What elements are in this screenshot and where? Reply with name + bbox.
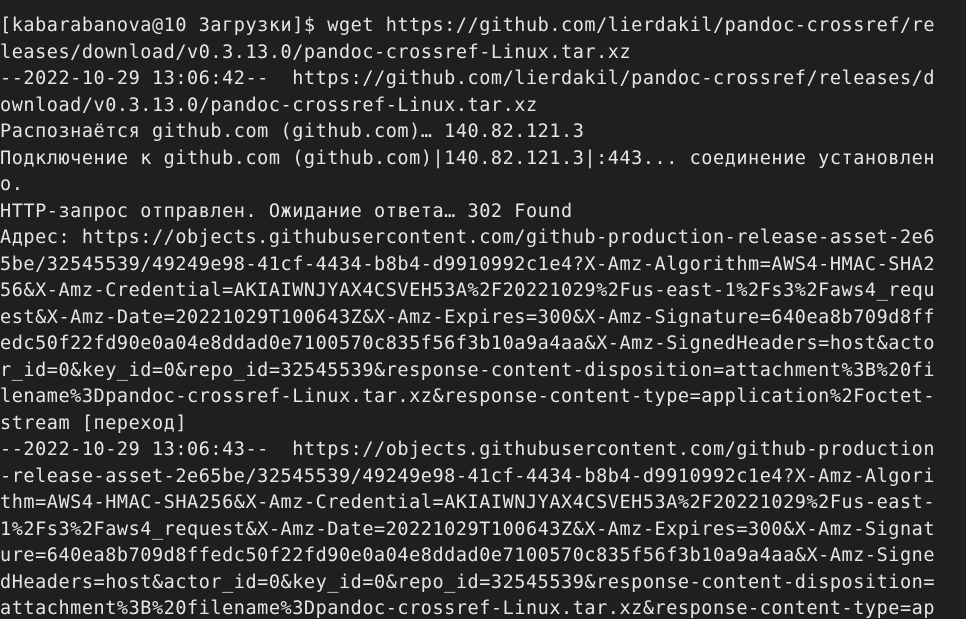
- terminal-line: о.: [0, 174, 24, 195]
- terminal-line: stream [переход]: [0, 412, 188, 434]
- terminal-line: 56&X-Amz-Credential=AKIAIWNJYAX4CSVEH53A…: [0, 280, 936, 301]
- terminal-line: leases/download/v0.3.13.0/pandoc-crossre…: [0, 41, 632, 63]
- terminal-line: edc50f22fd90e0a04e8ddad0e7100570c835f56f…: [0, 333, 936, 354]
- terminal-line: r_id=0&key_id=0&repo_id=32545539&respons…: [0, 359, 936, 381]
- terminal-line: thm=AWS4-HMAC-SHA256&X-Amz-Credential=AK…: [0, 492, 936, 513]
- terminal-line: --2022-10-29 13:06:42-- https://github.c…: [0, 68, 936, 89]
- terminal-line: 1%2Fs3%2Faws4_request&X-Amz-Date=2022102…: [0, 518, 936, 540]
- terminal-prompt-line: [kabarabanova@10 Загрузки]$ wget https:/…: [0, 15, 936, 36]
- terminal-line: Адрес: https://objects.githubusercontent…: [0, 227, 936, 248]
- terminal-line: est&X-Amz-Date=20221029T100643Z&X-Amz-Ex…: [0, 306, 936, 328]
- terminal-line: Распознаётся github.com (github.com)… 14…: [0, 121, 585, 142]
- terminal-line: -release-asset-2e65be/32545539/49249e98-…: [0, 465, 936, 487]
- terminal-line: ure=640ea8b709d8ffedc50f22fd90e0a04e8dda…: [0, 545, 936, 566]
- terminal-line: dHeaders=host&actor_id=0&key_id=0&repo_i…: [0, 571, 936, 593]
- terminal-line: --2022-10-29 13:06:43-- https://objects.…: [0, 439, 936, 460]
- terminal-line: lename%3Dpandoc-crossref-Linux.tar.xz&re…: [0, 386, 936, 407]
- terminal-line: 5be/32545539/49249e98-41cf-4434-b8b4-d99…: [0, 253, 936, 275]
- terminal-line: Подключение к github.com (github.com)|14…: [0, 147, 936, 169]
- terminal-line: attachment%3B%20filename%3Dpandoc-crossr…: [0, 598, 936, 619]
- terminal-output: [kabarabanova@10 Загрузки]$ wget https:/…: [0, 13, 966, 619]
- terminal-line: HTTP-запрос отправлен. Ожидание ответа… …: [0, 200, 573, 222]
- terminal-line: ownload/v0.3.13.0/pandoc-crossref-Linux.…: [0, 94, 538, 116]
- terminal-window[interactable]: [kabarabanova@10 Загрузки]$ wget https:/…: [0, 0, 966, 619]
